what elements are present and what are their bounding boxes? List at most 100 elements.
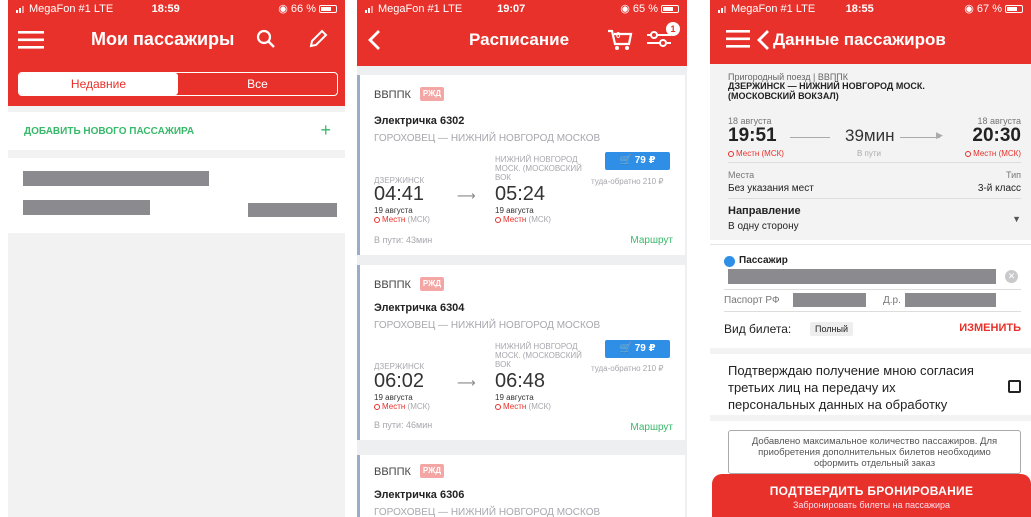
rzd-logo: РЖД	[420, 87, 444, 101]
page-title: Данные пассажиров	[773, 30, 946, 49]
arrival-station: НИЖНИЙ НОВГОРОД МОСК. (МОСКОВСКИЙ ВОК	[495, 342, 582, 369]
arrival-time: 06:48	[495, 370, 546, 392]
divider	[724, 289, 1021, 290]
dob-label: Д.р.	[883, 295, 901, 306]
tab-all[interactable]: Все	[178, 73, 337, 95]
trip-summary: Пригородный поезд | ВВППК ДЗЕРЖИНСК — НИ…	[710, 64, 1031, 240]
screen-schedule: MegaFon #1 LTE 19:07 ◉ 65 % Расписание 0…	[357, 0, 687, 517]
seats-value: Без указания мест	[728, 183, 814, 194]
back-icon[interactable]	[756, 29, 770, 51]
consent-text: Подтверждаю получение мною согласия трет…	[728, 363, 974, 412]
back-icon[interactable]	[367, 29, 381, 51]
carrier-label: MegaFon #1 LTE	[378, 2, 463, 15]
arrival-seats: Местн (МСК)	[495, 215, 551, 224]
duration: В пути: 46мин	[374, 420, 433, 430]
arrival-date: 19 августа	[495, 393, 534, 402]
signal-icon	[16, 5, 24, 13]
confirm-label: ПОДТВЕРДИТЬ БРОНИРОВАНИЕ	[769, 484, 974, 498]
price-button[interactable]: 🛒 79 ₽	[605, 340, 670, 358]
page-title: Мои пассажиры	[91, 29, 235, 49]
edit-icon[interactable]	[307, 28, 329, 50]
redacted-date	[248, 203, 337, 217]
arrival-seats: Местн (МСК)	[965, 149, 1021, 158]
carrier-name: ВВППК	[374, 466, 411, 478]
consent-row[interactable]: Подтверждаю получение мною согласия трет…	[710, 348, 1031, 421]
screen-my-passengers: MegaFon #1 LTE 18:59 ◉ 66 % Мои пассажир…	[8, 0, 345, 517]
arrival-time: 20:30	[972, 125, 1021, 146]
arrow-icon: ⟶	[457, 188, 476, 203]
route-link[interactable]: Маршрут	[630, 422, 673, 433]
route: ГОРОХОВЕЦ — НИЖНИЙ НОВГОРОД МОСКОВ	[374, 320, 601, 331]
signal-icon	[718, 5, 726, 13]
carrier-label: MegaFon #1 LTE	[29, 2, 114, 15]
battery-icon	[1005, 5, 1023, 14]
trip-route: ДЗЕРЖИНСК — НИЖНИЙ НОВГОРОД МОСК. (МОСКО…	[728, 81, 925, 101]
menu-icon[interactable]	[726, 30, 750, 48]
redacted-name-input[interactable]	[728, 269, 996, 284]
departure-seats: Местн (МСК)	[728, 149, 784, 158]
carrier-name: ВВППК	[374, 279, 411, 291]
passenger-label: Пассажир	[739, 255, 788, 266]
divider	[728, 198, 1021, 199]
cart-small-icon: 🛒	[619, 155, 632, 166]
page-title: Расписание	[469, 30, 570, 49]
status-bar: MegaFon #1 LTE 18:59 ◉ 66 %	[8, 0, 345, 17]
clock: 18:59	[151, 2, 180, 15]
redacted-passport	[793, 293, 866, 307]
departure-seats: Местн (МСК)	[374, 402, 430, 411]
chevron-down-icon[interactable]: ▼	[1012, 214, 1021, 224]
arrival-seats: Местн (МСК)	[495, 402, 551, 411]
line-left	[790, 137, 830, 138]
route: ГОРОХОВЕЦ — НИЖНИЙ НОВГОРОД МОСКОВ	[374, 133, 601, 144]
type-label: Тип	[1005, 170, 1021, 180]
add-icon[interactable]: +	[320, 120, 331, 141]
filter-badge: 1	[666, 22, 680, 36]
menu-icon[interactable]	[18, 31, 44, 49]
route: ГОРОХОВЕЦ — НИЖНИЙ НОВГОРОД МОСКОВ	[374, 507, 601, 517]
battery-icon	[661, 5, 679, 14]
search-icon[interactable]	[256, 29, 276, 49]
battery-icon	[319, 5, 337, 14]
train-card[interactable]: ВВППК РЖД Электричка 6306 ГОРОХОВЕЦ — НИ…	[357, 455, 685, 517]
type-value: 3-й класс	[977, 183, 1021, 194]
direction-select[interactable]: Направление В одну сторону ▼	[710, 200, 1031, 240]
passenger-card: Пассажир ✕ Паспорт РФ Д.р. Вид билета: П…	[710, 244, 1031, 341]
confirm-sublabel: Забронировать билеты на пассажира	[792, 500, 951, 510]
price-button[interactable]: 🛒 79 ₽	[605, 152, 670, 170]
cart-count: 0	[616, 31, 621, 40]
add-passenger-row[interactable]: ДОБАВИТЬ НОВОГО ПАССАЖИРА +	[8, 112, 345, 150]
train-card[interactable]: ВВППК РЖД Электричка 6302 ГОРОХОВЕЦ — НИ…	[357, 75, 685, 255]
ticket-type-value: Полный	[810, 322, 853, 336]
divider	[728, 162, 1021, 163]
rzd-logo: РЖД	[420, 277, 444, 291]
route-link[interactable]: Маршрут	[630, 235, 673, 246]
clear-icon[interactable]: ✕	[1005, 270, 1018, 283]
train-card[interactable]: ВВППК РЖД Электричка 6304 ГОРОХОВЕЦ — НИ…	[357, 265, 685, 440]
departure-time: 19:51	[728, 125, 777, 146]
change-button[interactable]: ИЗМЕНИТЬ	[959, 322, 1021, 334]
arrival-station: НИЖНИЙ НОВГОРОД МОСК. (МОСКОВСКИЙ ВОК	[495, 155, 582, 182]
redacted-dob	[905, 293, 996, 307]
direction-value: В одну сторону	[728, 221, 799, 232]
departure-time: 06:02	[374, 370, 425, 392]
battery-indicator: ◉ 67 %	[964, 2, 1023, 15]
status-bar: MegaFon #1 LTE 18:55 ◉ 67 %	[710, 0, 1031, 17]
roundtrip-price: туда-обратно 210 ₽	[591, 364, 664, 373]
duration: В пути: 43мин	[374, 235, 433, 245]
confirm-booking-button[interactable]: ПОДТВЕРДИТЬ БРОНИРОВАНИЕ Забронировать б…	[712, 474, 1031, 517]
passenger-item[interactable]	[8, 158, 345, 233]
clock: 18:55	[845, 2, 874, 15]
arrow-icon: ▶	[936, 130, 943, 140]
line-right	[900, 137, 940, 138]
departure-time: 04:41	[374, 183, 425, 205]
roundtrip-price: туда-обратно 210 ₽	[591, 177, 664, 186]
rzd-logo: РЖД	[420, 464, 444, 478]
clock: 19:07	[497, 2, 526, 15]
duration-label: В пути	[857, 149, 882, 158]
tab-recent[interactable]: Недавние	[19, 73, 178, 95]
redacted-name	[23, 171, 209, 186]
departure-seats: Местн (МСК)	[374, 215, 430, 224]
consent-checkbox[interactable]	[1008, 380, 1021, 393]
redacted-document	[23, 200, 150, 215]
status-bar: MegaFon #1 LTE 19:07 ◉ 65 %	[357, 0, 687, 17]
